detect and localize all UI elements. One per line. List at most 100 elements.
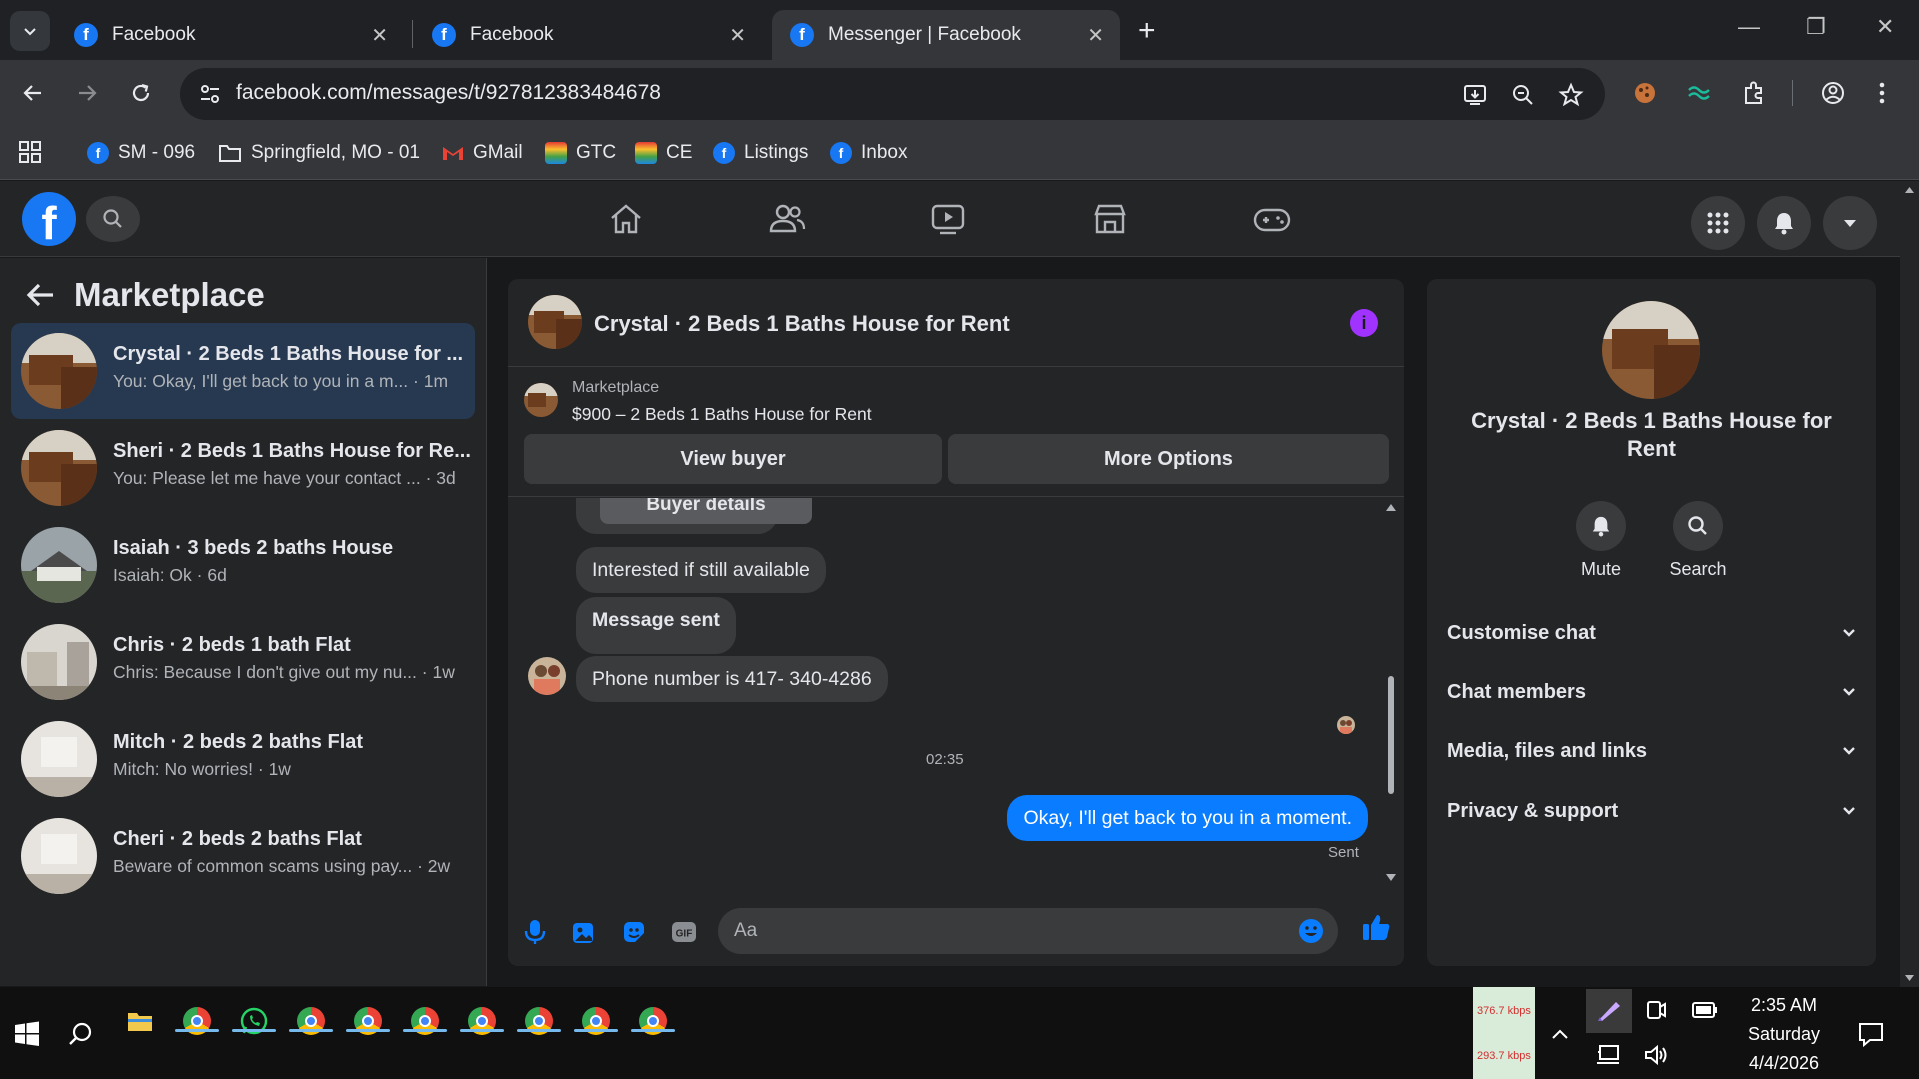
facebook-search-button[interactable]: [86, 196, 140, 242]
browser-tab[interactable]: f Facebook ✕: [56, 10, 404, 60]
more-options-button[interactable]: More Options: [948, 434, 1389, 484]
mute-button[interactable]: Mute: [1561, 501, 1641, 580]
conversation-item[interactable]: Sheri · 2 Beds 1 Baths House for Re... Y…: [11, 420, 475, 516]
wave-extension-icon[interactable]: [1686, 80, 1712, 106]
notifications-button[interactable]: [1757, 196, 1811, 250]
chat-title[interactable]: Crystal · 2 Beds 1 Baths House for Rent: [594, 311, 1010, 337]
listing-price[interactable]: $900 – 2 Beds 1 Baths House for Rent: [572, 404, 872, 425]
close-tab-icon[interactable]: ✕: [1087, 23, 1104, 48]
conversation-snippet: Isaiah: Ok · 6d: [113, 565, 227, 585]
bookmark-inbox[interactable]: f Inbox: [830, 140, 907, 166]
bookmark-listings[interactable]: f Listings: [713, 140, 808, 166]
account-button[interactable]: [1823, 196, 1877, 250]
show-hidden-icons[interactable]: [1550, 1027, 1570, 1041]
chrome-taskbar-icon[interactable]: [289, 999, 333, 1043]
conversation-item[interactable]: Mitch · 2 beds 2 baths Flat Mitch: No wo…: [11, 711, 475, 807]
marketplace-icon[interactable]: [1092, 201, 1128, 237]
conversation-item[interactable]: Cheri · 2 beds 2 baths Flat Beware of co…: [11, 808, 475, 904]
search-conversation-button[interactable]: Search: [1658, 501, 1738, 580]
chat-avatar[interactable]: [528, 295, 582, 349]
camera-device-icon[interactable]: [1646, 999, 1666, 1021]
view-buyer-button[interactable]: View buyer: [524, 434, 942, 484]
chrome-taskbar-icon[interactable]: [403, 999, 447, 1043]
page-scrollbar[interactable]: [1900, 181, 1919, 987]
restore-icon[interactable]: ❐: [1806, 14, 1826, 40]
gaming-icon[interactable]: [1252, 201, 1292, 237]
menu-button[interactable]: [1691, 196, 1745, 250]
extensions-puzzle-icon[interactable]: [1741, 80, 1767, 106]
close-window-icon[interactable]: ✕: [1876, 14, 1894, 40]
microphone-icon[interactable]: [524, 919, 546, 945]
windows-taskbar: 376.7 kbps 293.7 kbps 2:35 AM Saturday 4…: [0, 987, 1919, 1079]
bookmark-star-icon[interactable]: [1558, 82, 1584, 108]
facebook-logo[interactable]: f: [22, 192, 76, 246]
taskbar-search-icon[interactable]: [68, 1021, 94, 1047]
media-files-links-section[interactable]: Media, files and links: [1447, 731, 1856, 771]
marketplace-chat-list: Marketplace Crystal · 2 Beds 1 Baths Hou…: [0, 258, 487, 986]
chrome-taskbar-icon[interactable]: [175, 999, 219, 1043]
back-arrow-icon[interactable]: [26, 282, 56, 308]
home-icon[interactable]: [608, 201, 644, 237]
chat-members-section[interactable]: Chat members: [1447, 672, 1856, 712]
file-explorer-icon[interactable]: [118, 999, 162, 1043]
close-tab-icon[interactable]: ✕: [371, 23, 388, 48]
bookmark-gmail[interactable]: GMail: [442, 140, 523, 166]
install-app-icon[interactable]: [1462, 82, 1488, 108]
zoom-out-icon[interactable]: [1510, 82, 1536, 108]
chrome-taskbar-icon[interactable]: [346, 999, 390, 1043]
info-icon[interactable]: i: [1350, 309, 1378, 337]
network-icon[interactable]: [1596, 1044, 1620, 1066]
svg-text:GIF: GIF: [676, 929, 693, 940]
address-bar[interactable]: facebook.com/messages/t/927812383484678: [180, 68, 1605, 120]
url-text[interactable]: facebook.com/messages/t/927812383484678: [236, 81, 661, 105]
bookmark-springfield[interactable]: Springfield, MO - 01: [218, 140, 420, 166]
gif-icon[interactable]: GIF: [671, 919, 697, 945]
message-input[interactable]: [734, 908, 1274, 954]
privacy-support-section[interactable]: Privacy & support: [1447, 791, 1856, 831]
message-thread: Buyer details Interested if still availa…: [508, 498, 1404, 886]
bookmark-sm-096[interactable]: f SM - 096: [87, 140, 195, 166]
volume-icon[interactable]: [1644, 1044, 1668, 1066]
bookmark-gtc[interactable]: GTC: [545, 140, 616, 166]
bookmarks-bar: f SM - 096 Springfield, MO - 01 GMail GTC…: [0, 126, 1919, 180]
windows-start-icon[interactable]: [14, 1021, 40, 1047]
chrome-taskbar-icon[interactable]: [631, 999, 675, 1043]
notification-center-icon[interactable]: [1858, 1021, 1884, 1047]
reload-button[interactable]: [124, 76, 158, 110]
back-button[interactable]: [16, 76, 50, 110]
cookie-extension-icon[interactable]: [1632, 80, 1658, 106]
chat-scrollbar[interactable]: [1383, 498, 1399, 886]
chrome-taskbar-icon[interactable]: [460, 999, 504, 1043]
bookmark-ce[interactable]: CE: [635, 140, 692, 166]
friends-icon[interactable]: [768, 201, 806, 237]
browser-tab-active[interactable]: f Messenger | Facebook ✕: [772, 10, 1120, 60]
browser-tab[interactable]: f Facebook ✕: [414, 10, 762, 60]
message-input-box[interactable]: [718, 908, 1338, 954]
conversation-item[interactable]: Crystal · 2 Beds 1 Baths House for ... Y…: [11, 323, 475, 419]
forward-button[interactable]: [70, 76, 104, 110]
profile-icon[interactable]: [1820, 80, 1846, 106]
thumbs-up-icon[interactable]: [1361, 912, 1391, 942]
buyer-details-button[interactable]: Buyer details: [600, 498, 812, 524]
emoji-icon[interactable]: [1298, 918, 1324, 944]
sticker-icon[interactable]: [621, 919, 647, 945]
new-tab-button[interactable]: +: [1138, 14, 1156, 48]
conversation-item[interactable]: Isaiah · 3 beds 2 baths House Isaiah: Ok…: [11, 517, 475, 613]
conversation-item[interactable]: Chris · 2 beds 1 bath Flat Chris: Becaus…: [11, 614, 475, 710]
minimize-icon[interactable]: —: [1738, 14, 1760, 40]
kebab-menu-icon[interactable]: [1876, 80, 1888, 106]
image-icon[interactable]: [571, 919, 595, 945]
apps-grid-icon[interactable]: [18, 140, 42, 164]
customise-chat-section[interactable]: Customise chat: [1447, 613, 1856, 653]
whatsapp-icon[interactable]: [232, 999, 276, 1043]
chrome-taskbar-icon[interactable]: [517, 999, 561, 1043]
facebook-icon: f: [790, 23, 814, 47]
pen-app-icon[interactable]: [1586, 989, 1632, 1033]
site-settings-icon[interactable]: [198, 82, 222, 106]
close-tab-icon[interactable]: ✕: [729, 23, 746, 48]
battery-icon[interactable]: [1690, 1001, 1718, 1019]
system-clock[interactable]: 2:35 AM Saturday 4/4/2026: [1735, 991, 1833, 1078]
video-icon[interactable]: [930, 201, 966, 237]
tab-search-button[interactable]: [10, 11, 50, 51]
chrome-taskbar-icon[interactable]: [574, 999, 618, 1043]
